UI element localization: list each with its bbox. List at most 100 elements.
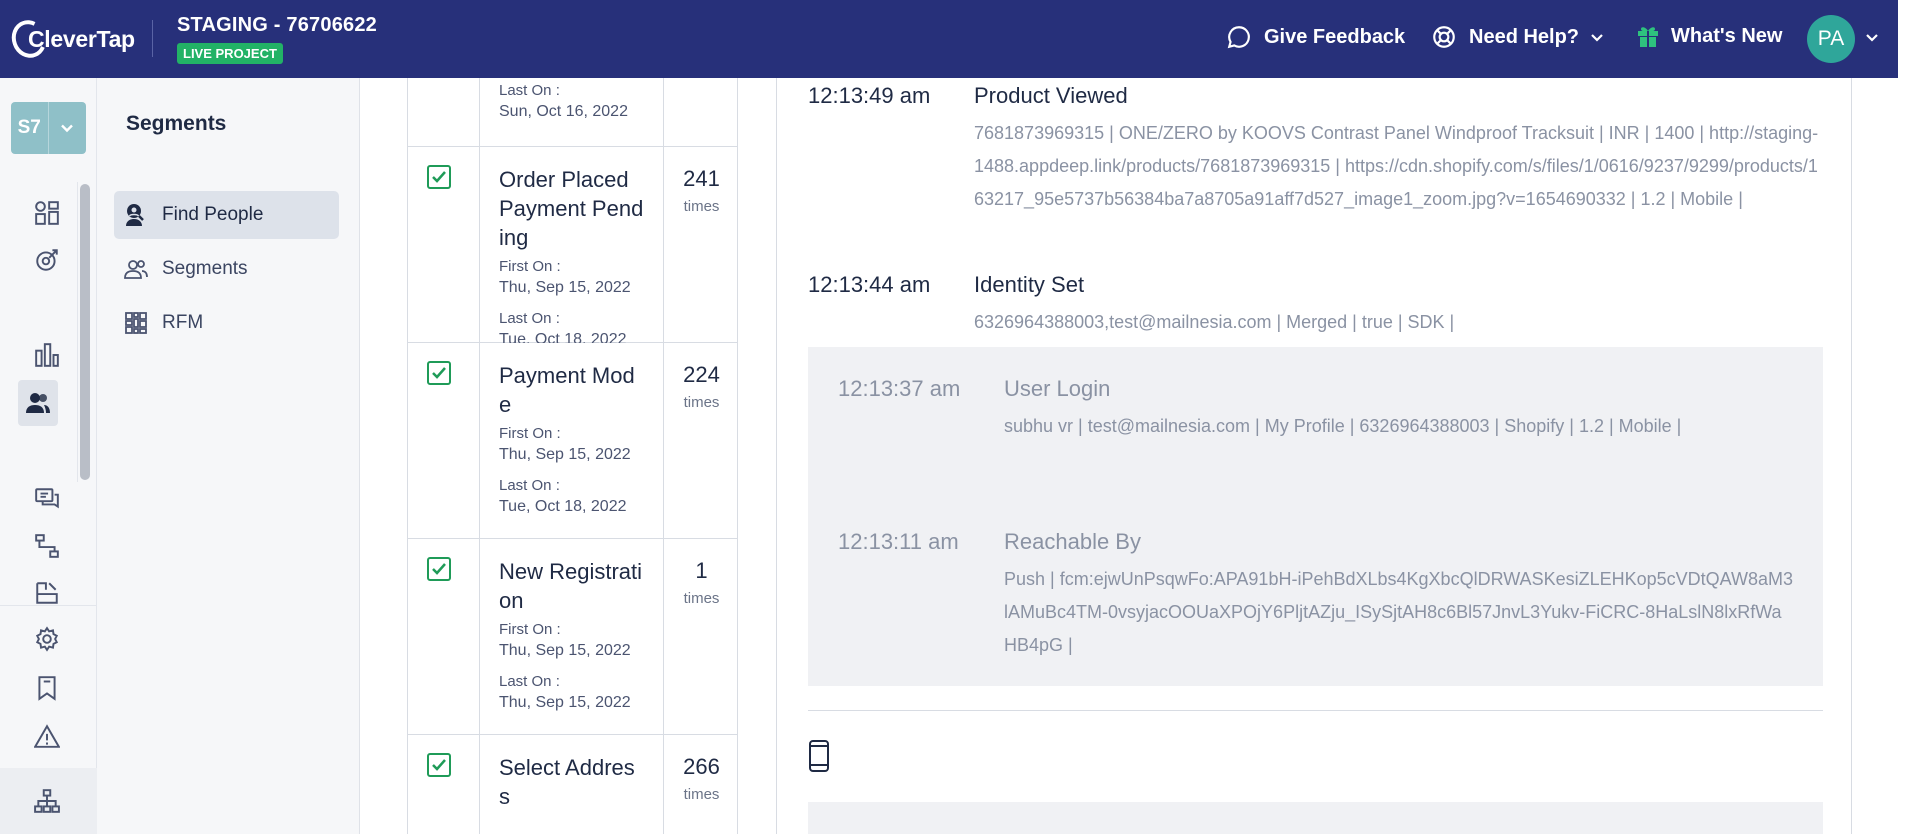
need-help-menu[interactable]: Need Help?	[1431, 24, 1605, 50]
first-on-label: First On :	[499, 425, 561, 442]
event-name-cell: Order Placed Payment Pending First On : …	[480, 147, 664, 348]
event-title[interactable]: User Login	[1004, 376, 1110, 402]
chevron-down-icon[interactable]	[1863, 30, 1881, 46]
campaign-icon[interactable]	[32, 578, 62, 608]
user-avatar[interactable]: PA	[1807, 15, 1855, 63]
subnav-item-find-people[interactable]: Find People	[114, 191, 339, 239]
live-project-badge: LIVE PROJECT	[177, 43, 283, 64]
settings-icon[interactable]	[32, 624, 62, 654]
clevertap-logo[interactable]: CleverTap	[6, 15, 135, 63]
find-people-icon	[126, 204, 144, 226]
whats-new-button[interactable]: What's New	[1637, 24, 1782, 48]
bar-chart-icon[interactable]	[32, 340, 62, 370]
event-count: 241	[683, 166, 720, 191]
checkbox-cell	[408, 539, 480, 734]
event-count-cell: 266 times	[664, 735, 739, 834]
timeline-entry: 12:13:37 am User Login subhu vr | test@m…	[838, 376, 1798, 486]
people-icon[interactable]	[18, 380, 58, 426]
event-count-cell: 224 times	[664, 343, 739, 538]
activity-timeline: 12:13:49 am Product Viewed 7681873969315…	[776, 78, 1852, 834]
rail-scrollbar-thumb[interactable]	[80, 184, 90, 480]
account-switcher[interactable]: S7	[11, 102, 86, 154]
event-checkbox[interactable]	[427, 361, 451, 385]
event-count: 224	[683, 362, 720, 387]
first-on-value: Thu, Sep 15, 2022	[499, 642, 631, 659]
event-name-cell: New Registration First On : Thu, Sep 15,…	[480, 539, 664, 734]
last-on-label: Last On :	[499, 310, 560, 327]
event-name[interactable]: Select Address	[499, 753, 644, 811]
event-count-cell: 241 times	[664, 147, 739, 342]
segments-subnav: Segments Find People Segments RFM	[97, 78, 360, 834]
event-title[interactable]: Identity Set	[974, 272, 1084, 298]
journeys-icon[interactable]	[32, 531, 62, 561]
event-time: 12:13:44 am	[808, 272, 931, 297]
last-on-label: Last On :	[499, 477, 560, 494]
event-checkbox[interactable]	[427, 753, 451, 777]
timeline-entry: 12:13:11 am Reachable By Push | fcm:ejwU…	[838, 529, 1798, 669]
icon-rail: S7	[0, 78, 97, 834]
account-initials: S7	[11, 102, 49, 154]
last-on-value: Tue, Oct 18, 2022	[499, 498, 627, 515]
checkmark-icon	[432, 759, 446, 771]
top-bar: CleverTap STAGING - 76706622 LIVE PROJEC…	[0, 0, 1898, 78]
segments-icon	[124, 260, 148, 279]
subnav-item-rfm[interactable]: RFM	[114, 299, 339, 347]
timeline-entry: 12:13:44 am Identity Set 6326964388003,t…	[808, 272, 1823, 342]
checkbox-cell	[408, 735, 480, 834]
last-on-label: Last On :	[499, 82, 560, 99]
last-on-value: Sun, Oct 16, 2022	[499, 103, 628, 120]
event-checkbox[interactable]	[427, 165, 451, 189]
events-table: Last On : Sun, Oct 16, 2022 Order Placed…	[407, 78, 738, 834]
table-row: Payment Mode First On : Thu, Sep 15, 202…	[407, 343, 738, 539]
event-name[interactable]: Payment Mode	[499, 361, 644, 419]
give-feedback-label: Give Feedback	[1264, 25, 1406, 48]
table-row: New Registration First On : Thu, Sep 15,…	[407, 539, 738, 735]
timeline-entry: 12:13:49 am Product Viewed 7681873969315…	[808, 83, 1823, 253]
project-title[interactable]: STAGING - 76706622	[177, 14, 377, 37]
rfm-icon	[125, 312, 147, 334]
event-time: 12:13:11 am	[838, 529, 959, 554]
checkmark-icon	[432, 563, 446, 575]
last-on-value: Thu, Sep 15, 2022	[499, 694, 631, 711]
dashboard-icon[interactable]	[32, 198, 62, 228]
chevron-down-icon	[1591, 34, 1603, 42]
event-count-cell	[664, 78, 739, 146]
event-title[interactable]: Reachable By	[1004, 529, 1141, 555]
warning-icon[interactable]	[32, 721, 62, 751]
first-on-label: First On :	[499, 621, 561, 638]
give-feedback-button[interactable]: Give Feedback	[1226, 24, 1405, 50]
messages-icon[interactable]	[32, 484, 62, 514]
table-row: Select Address 266 times	[407, 735, 738, 834]
times-label: times	[683, 394, 720, 411]
table-row: Last On : Sun, Oct 16, 2022	[407, 78, 738, 147]
event-time: 12:13:49 am	[808, 83, 931, 108]
sitemap-icon[interactable]	[32, 786, 62, 816]
timeline-session-group: 12:13:37 am User Login subhu vr | test@m…	[808, 347, 1823, 686]
event-name[interactable]: New Registration	[499, 557, 644, 615]
subnav-item-label: Find People	[162, 204, 264, 225]
chat-bubble-icon	[1227, 26, 1250, 49]
checkmark-icon	[432, 171, 446, 183]
event-name-cell: Payment Mode First On : Thu, Sep 15, 202…	[480, 343, 664, 538]
whats-new-label: What's New	[1671, 24, 1783, 47]
event-properties: subhu vr | test@mailnesia.com | My Profi…	[1004, 416, 1682, 436]
event-count: 266	[683, 754, 720, 779]
rail-footer	[0, 768, 97, 834]
last-on-label: Last On :	[499, 673, 560, 690]
analytics-icon[interactable]	[32, 245, 62, 275]
rail-scrollbar[interactable]	[77, 182, 92, 482]
first-on-value: Thu, Sep 15, 2022	[499, 279, 631, 296]
event-properties: 6326964388003,test@mailnesia.com | Merge…	[974, 312, 1455, 332]
event-count-cell: 1 times	[664, 539, 739, 734]
event-name[interactable]: Order Placed Payment Pending	[499, 165, 644, 252]
times-label: times	[683, 590, 720, 607]
times-label: times	[683, 198, 720, 215]
bookmark-icon[interactable]	[32, 673, 62, 703]
subnav-item-segments[interactable]: Segments	[114, 245, 339, 293]
need-help-label: Need Help?	[1469, 25, 1580, 48]
event-title[interactable]: Product Viewed	[974, 83, 1128, 109]
event-properties: 7681873969315 | ONE/ZERO by KOOVS Contra…	[974, 123, 1819, 209]
first-on-label: First On :	[499, 258, 561, 275]
event-checkbox[interactable]	[427, 557, 451, 581]
checkbox-cell	[408, 343, 480, 538]
